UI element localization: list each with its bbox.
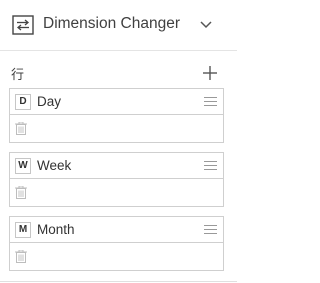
swap-arrows-icon: [12, 15, 34, 35]
drag-handle-icon[interactable]: [204, 160, 217, 171]
section-label: 行: [11, 68, 25, 83]
dimension-label: Week: [37, 158, 72, 173]
dimension-card-month: M Month: [9, 216, 224, 271]
card-header: D Day: [10, 89, 223, 115]
panel-divider: [0, 281, 237, 282]
chevron-down-icon[interactable]: [199, 20, 213, 30]
trash-icon[interactable]: [15, 186, 27, 199]
panel-header: Dimension Changer: [0, 0, 237, 51]
drag-handle-icon[interactable]: [204, 96, 217, 107]
dimension-card-week: W Week: [9, 152, 224, 207]
trash-icon[interactable]: [15, 122, 27, 135]
card-header: W Week: [10, 153, 223, 179]
drag-handle-icon[interactable]: [204, 224, 217, 235]
dimension-card-day: D Day: [9, 88, 224, 143]
card-header: M Month: [10, 217, 223, 243]
dimension-label: Day: [37, 94, 62, 109]
dimension-badge: W: [15, 158, 31, 174]
trash-icon[interactable]: [15, 250, 27, 263]
dimension-badge: M: [15, 222, 31, 238]
dimension-badge: D: [15, 94, 31, 110]
panel-title: Dimension Changer: [43, 15, 180, 32]
plus-icon[interactable]: [202, 65, 218, 81]
dimension-label: Month: [37, 222, 75, 237]
